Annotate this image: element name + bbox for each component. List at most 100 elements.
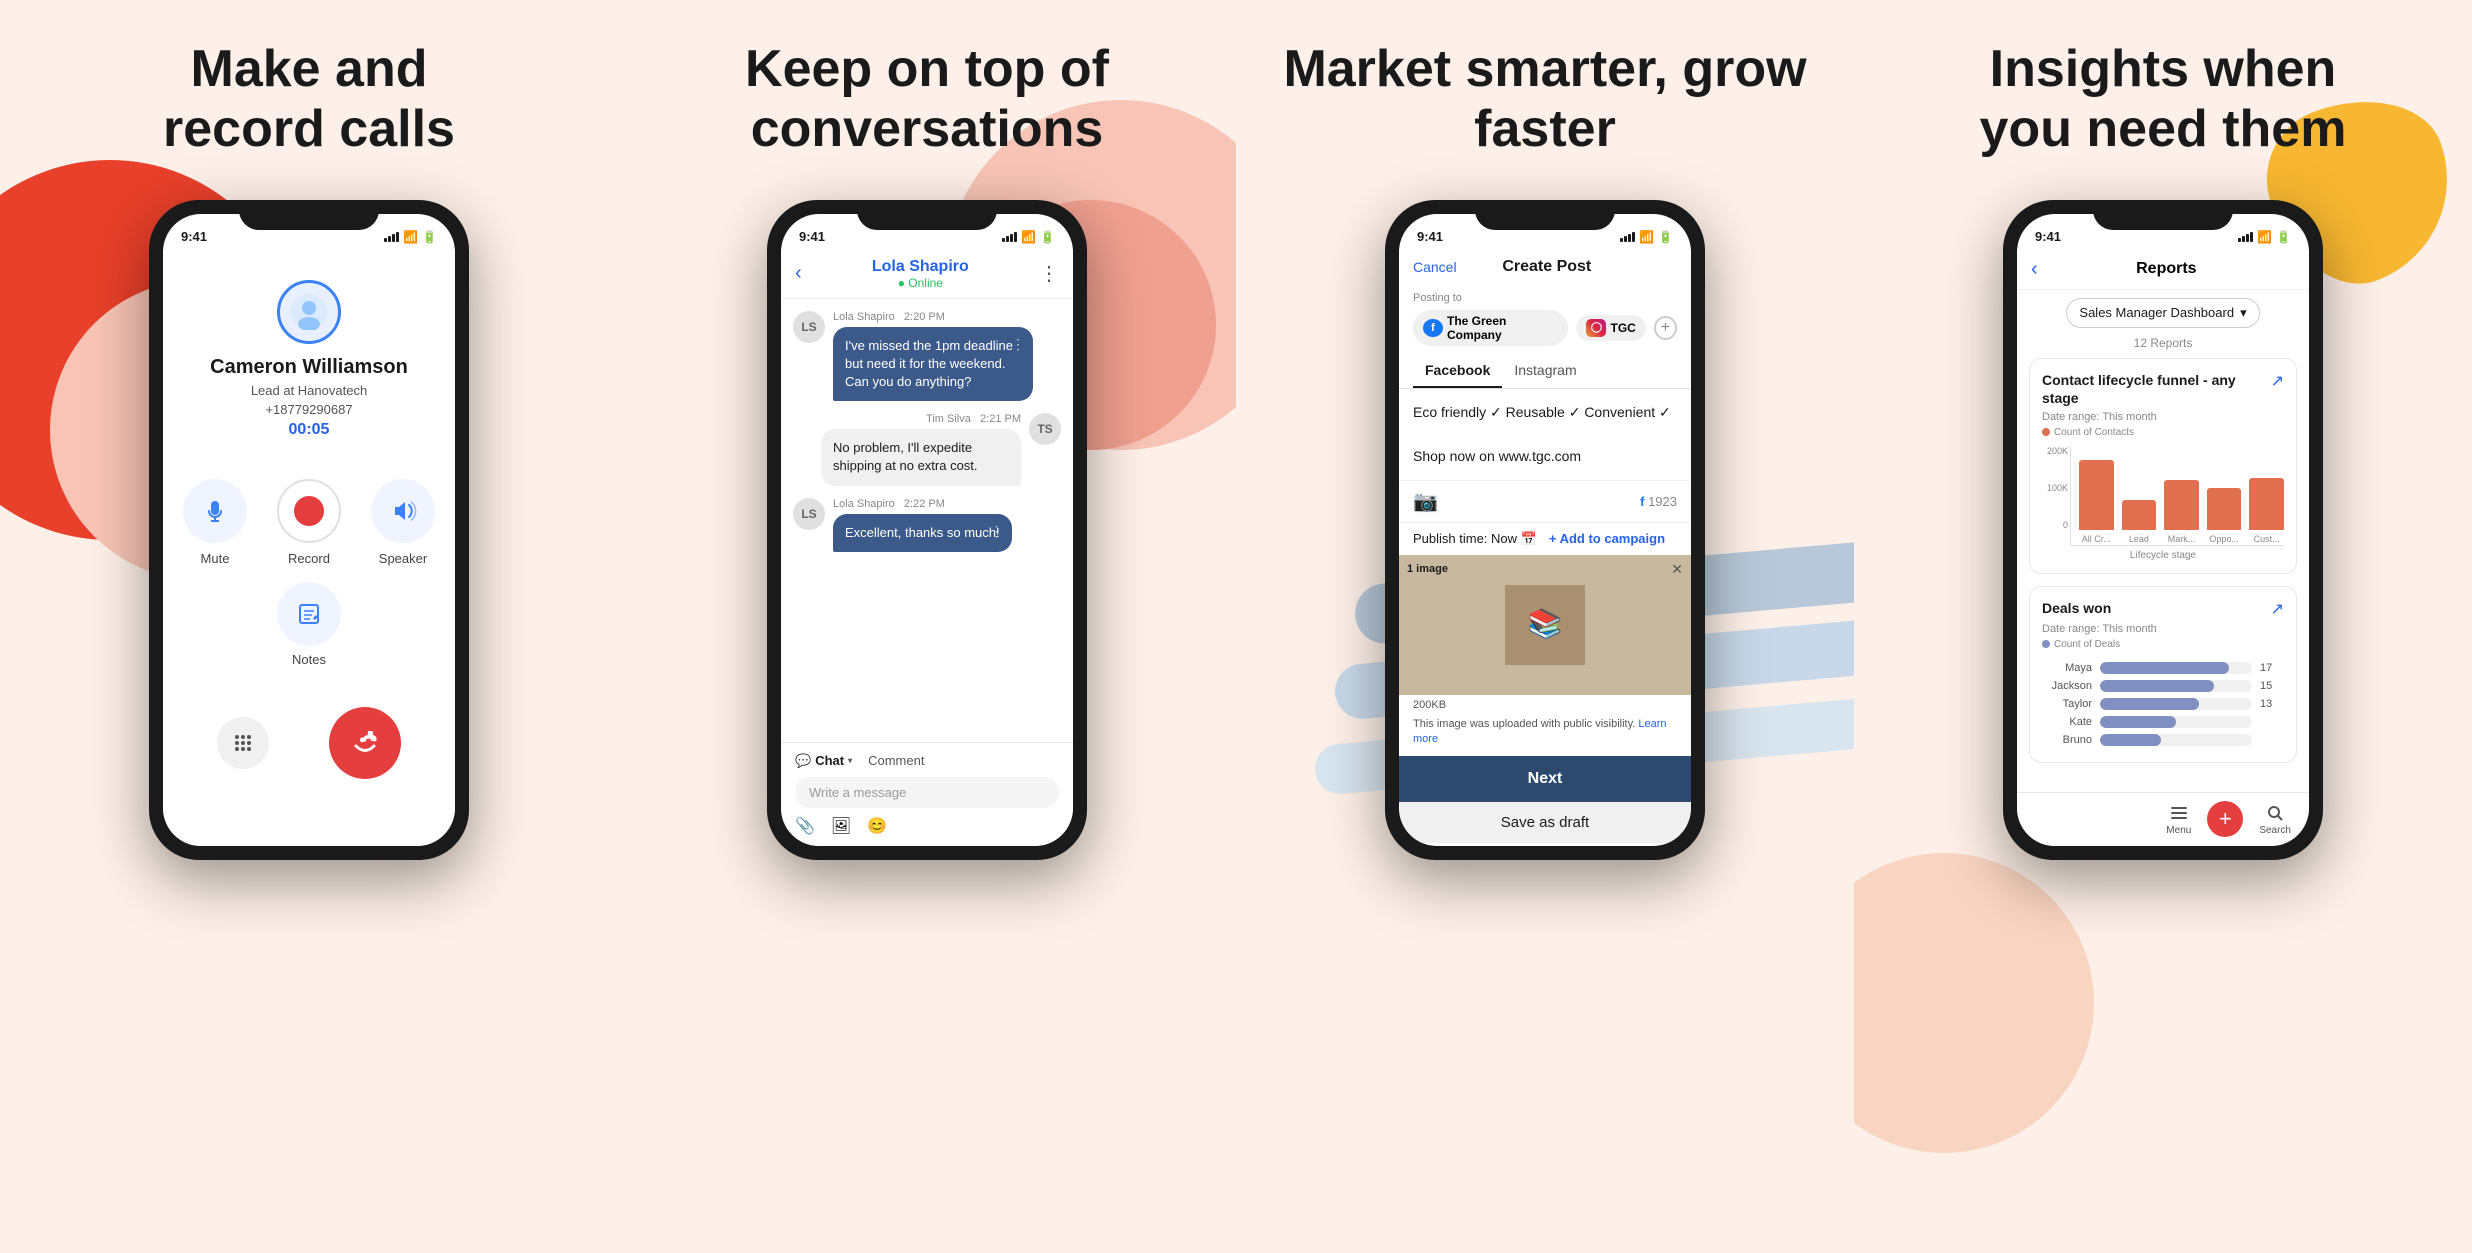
wifi-icon-1: 📶 bbox=[403, 230, 418, 244]
menu-nav-label: Menu bbox=[2166, 825, 2191, 836]
chat-avatar-lola-2: LS bbox=[793, 498, 825, 530]
chat-message-2: TS Tim Silva 2:21 PM No problem, I'll ex… bbox=[793, 413, 1061, 485]
speaker-button[interactable]: Speaker bbox=[371, 479, 435, 566]
chat-bubble-1: I've missed the 1pm deadline but need it… bbox=[833, 327, 1033, 402]
dashboard-dropdown[interactable]: Sales Manager Dashboard ▾ bbox=[2066, 298, 2259, 328]
menu-nav-item[interactable]: Menu bbox=[2158, 799, 2199, 840]
phone-4-notch bbox=[2093, 200, 2233, 230]
chat-msg-header-2: Tim Silva 2:21 PM bbox=[926, 413, 1021, 425]
record-dot bbox=[294, 496, 324, 526]
call-controls: Mute Record bbox=[183, 479, 435, 566]
record-button[interactable]: Record bbox=[277, 479, 341, 566]
expand-icon-1[interactable]: ↗ bbox=[2271, 371, 2284, 391]
camera-icon[interactable]: 📷 bbox=[1413, 489, 1438, 514]
facebook-account[interactable]: f The Green Company bbox=[1413, 310, 1568, 346]
hbar-row-1: Maya 17 bbox=[2042, 662, 2284, 674]
phone-1-wrapper: 9:41 📶 🔋 bbox=[149, 200, 469, 860]
wifi-icon-3: 📶 bbox=[1639, 230, 1654, 244]
call-role: Lead at Hanovatech bbox=[251, 383, 367, 398]
panel-2-title: Keep on top ofconversations bbox=[745, 40, 1109, 160]
chat-message-input[interactable]: Write a message bbox=[795, 777, 1059, 808]
status-icons-3: 📶 🔋 bbox=[1620, 230, 1673, 244]
legend-dot-1 bbox=[2042, 428, 2050, 436]
chat-input-area: 💬 Chat ▾ Comment Write a message bbox=[781, 742, 1073, 846]
add-to-campaign-button[interactable]: + Add to campaign bbox=[1549, 531, 1665, 546]
panel-insights: Insights whenyou need them 9:41 📶 🔋 bbox=[1854, 0, 2472, 1253]
reports-count: 12 Reports bbox=[2017, 336, 2309, 358]
remove-image-button[interactable]: ✕ bbox=[1671, 561, 1683, 578]
report-card-2: Deals won ↗ Date range: This month Count… bbox=[2029, 586, 2297, 763]
chat-bubble-wrap-2: Tim Silva 2:21 PM No problem, I'll exped… bbox=[821, 413, 1021, 485]
chat-header: ‹ Lola Shapiro ● Online ⋮ bbox=[781, 250, 1073, 299]
mute-label: Mute bbox=[201, 551, 230, 566]
reports-header: ‹ Reports bbox=[2017, 250, 2309, 290]
record-label: Record bbox=[288, 551, 330, 566]
status-icons-2: 📶 🔋 bbox=[1002, 230, 1055, 244]
bar-chart-container: 200K 100K 0 All Cr... bbox=[2042, 446, 2284, 546]
chat-bubble-2: No problem, I'll expedite shipping at no… bbox=[821, 429, 1021, 485]
call-bottom-controls bbox=[217, 707, 401, 779]
chat-message-1: LS Lola Shapiro 2:20 PM I've missed the … bbox=[793, 311, 1061, 402]
post-image-area: 📚 1 image ✕ bbox=[1399, 555, 1691, 695]
panel-marketing: Market smarter, growfaster 9:41 📶 🔋 bbox=[1236, 0, 1854, 1253]
instagram-icon: ◯ bbox=[1586, 319, 1606, 337]
chat-back-button[interactable]: ‹ bbox=[795, 262, 802, 285]
chat-tab-chat[interactable]: 💬 Chat ▾ bbox=[795, 753, 852, 769]
add-button[interactable]: + bbox=[2207, 801, 2243, 837]
wifi-icon-4: 📶 bbox=[2257, 230, 2272, 244]
hbar-row-5: Bruno bbox=[2042, 734, 2284, 746]
report-card-1-header: Contact lifecycle funnel - any stage ↗ bbox=[2042, 371, 2284, 407]
reports-back-button[interactable]: ‹ bbox=[2031, 258, 2038, 281]
hbar-row-4: Kate bbox=[2042, 716, 2284, 728]
report-card-1-title: Contact lifecycle funnel - any stage bbox=[2042, 371, 2242, 407]
svg-text:📚: 📚 bbox=[1528, 608, 1563, 640]
chat-messages: LS Lola Shapiro 2:20 PM I've missed the … bbox=[781, 299, 1073, 742]
chat-menu-button[interactable]: ⋮ bbox=[1039, 261, 1059, 286]
reports-dropdown-section: Sales Manager Dashboard ▾ bbox=[2017, 290, 2309, 336]
bar-5: Cust... bbox=[2249, 478, 2284, 545]
green-company-label: The Green Company bbox=[1447, 314, 1558, 342]
chat-msg-header-1: Lola Shapiro 2:20 PM bbox=[833, 311, 1033, 323]
mute-button[interactable]: Mute bbox=[183, 479, 247, 566]
expand-icon-2[interactable]: ↗ bbox=[2271, 599, 2284, 619]
hbar-row-3: Taylor 13 bbox=[2042, 698, 2284, 710]
emoji-icon[interactable]: 😊 bbox=[867, 816, 887, 836]
chat-avatar-tim: TS bbox=[1029, 413, 1061, 445]
tab-instagram[interactable]: Instagram bbox=[1502, 354, 1588, 388]
next-button[interactable]: Next bbox=[1399, 756, 1691, 802]
phone-1-frame: 9:41 📶 🔋 bbox=[149, 200, 469, 860]
search-nav-item[interactable]: Search bbox=[2251, 799, 2299, 840]
chat-tab-comment[interactable]: Comment bbox=[868, 753, 924, 768]
hangup-button[interactable] bbox=[329, 707, 401, 779]
chat-bubble-dots-1: ⋮ bbox=[1011, 335, 1025, 355]
publish-time: Publish time: Now 📅 bbox=[1413, 531, 1537, 547]
chat-bubble-wrap-1: Lola Shapiro 2:20 PM I've missed the 1pm… bbox=[833, 311, 1033, 402]
posting-to-section: Posting to f The Green Company ◯ TGC + bbox=[1399, 284, 1691, 354]
bar-2: Lead bbox=[2122, 500, 2157, 545]
save-as-draft-button[interactable]: Save as draft bbox=[1399, 802, 1691, 843]
post-content-area[interactable]: Eco friendly ✓ Reusable ✓ Convenient ✓Sh… bbox=[1399, 389, 1691, 480]
notes-icon-circle bbox=[277, 582, 341, 646]
status-icons-1: 📶 🔋 bbox=[384, 230, 437, 244]
cancel-button[interactable]: Cancel bbox=[1413, 259, 1457, 275]
tab-facebook[interactable]: Facebook bbox=[1413, 354, 1502, 388]
call-avatar bbox=[277, 280, 341, 344]
call-timer: 00:05 bbox=[289, 421, 330, 439]
x-axis-label: Lifecycle stage bbox=[2042, 550, 2284, 561]
image-icon[interactable]: 🖼 bbox=[831, 816, 851, 836]
status-icons-4: 📶 🔋 bbox=[2238, 230, 2291, 244]
battery-icon-3: 🔋 bbox=[1658, 230, 1673, 244]
attachment-icon[interactable]: 📎 bbox=[795, 816, 815, 836]
time-1: 9:41 bbox=[181, 229, 207, 244]
chat-tabs: 💬 Chat ▾ Comment bbox=[795, 753, 1059, 769]
platform-tabs: Facebook Instagram bbox=[1399, 354, 1691, 389]
image-visibility-note: This image was uploaded with public visi… bbox=[1399, 715, 1691, 756]
call-phone: +18779290687 bbox=[265, 402, 352, 417]
add-account-button[interactable]: + bbox=[1654, 316, 1677, 340]
grid-button[interactable] bbox=[217, 717, 269, 769]
chat-bubble-wrap-3: Lola Shapiro 2:22 PM Excellent, thanks s… bbox=[833, 498, 1012, 552]
instagram-account[interactable]: ◯ TGC bbox=[1576, 315, 1645, 341]
call-screen: Cameron Williamson Lead at Hanovatech +1… bbox=[163, 250, 455, 846]
signal-icon-4 bbox=[2238, 232, 2253, 242]
notes-button[interactable]: Notes bbox=[277, 582, 341, 667]
